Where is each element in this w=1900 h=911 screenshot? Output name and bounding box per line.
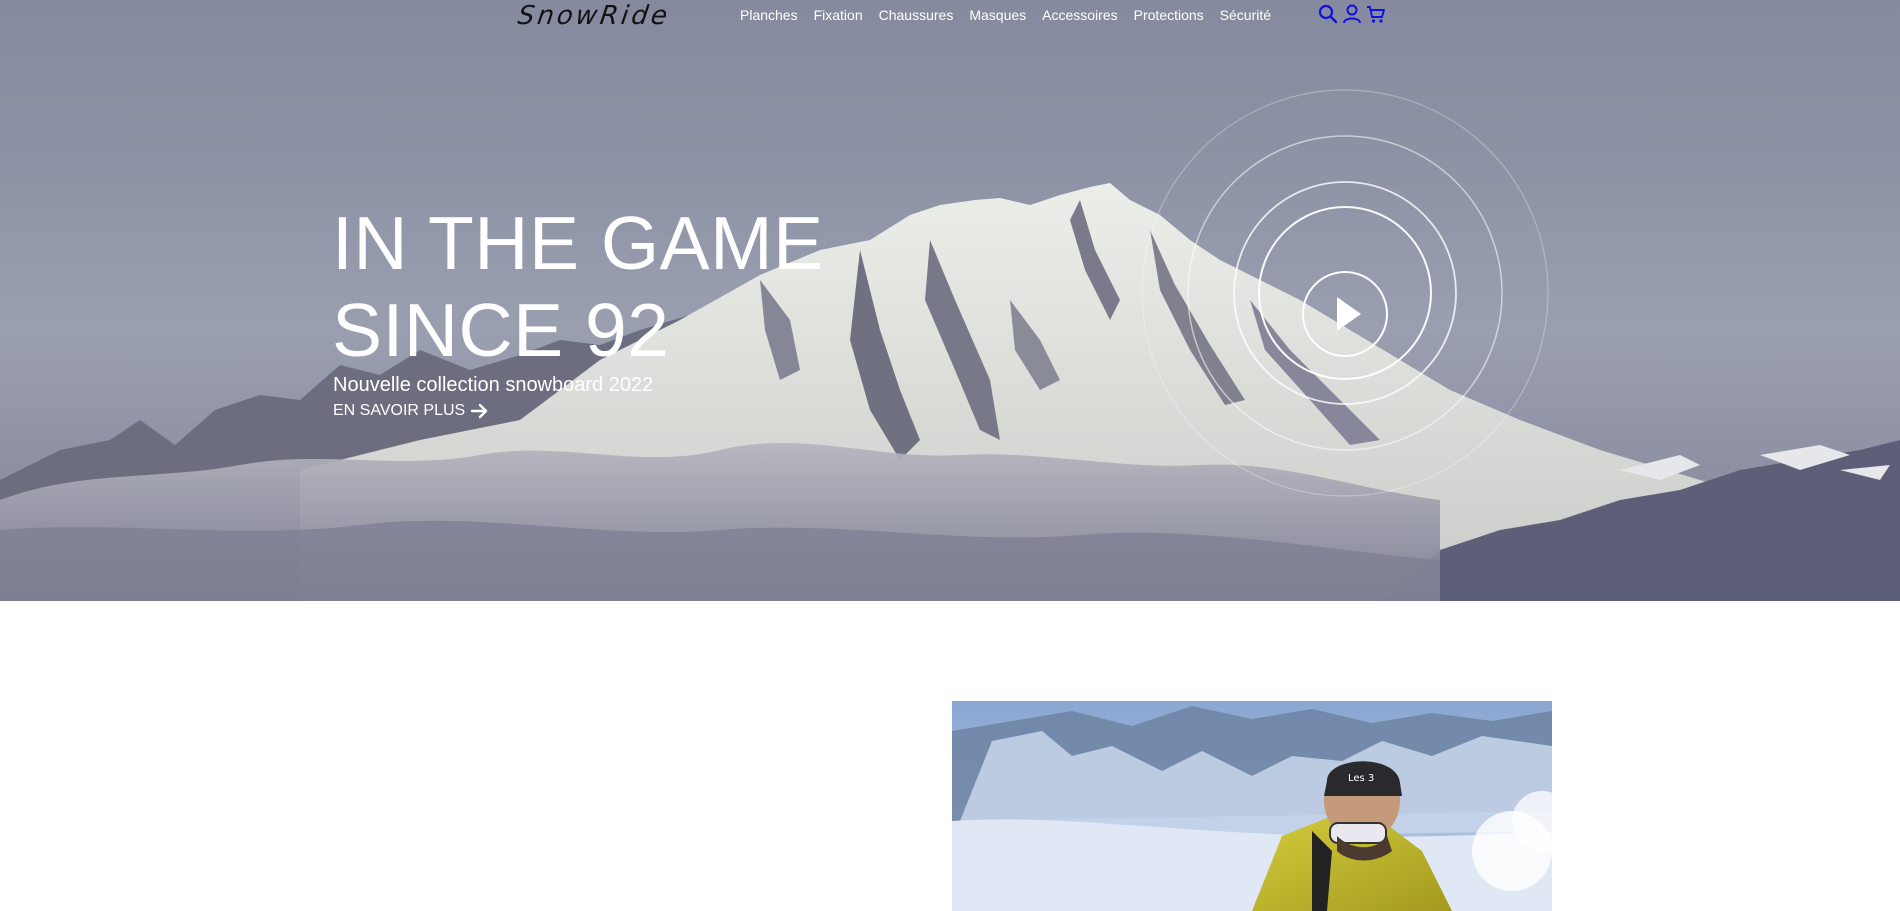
search-icon[interactable] (1318, 4, 1338, 24)
hero-title-line-2: SINCE 92 (332, 288, 670, 372)
svg-text:Les 3: Les 3 (1348, 773, 1374, 784)
cart-icon[interactable] (1366, 4, 1386, 24)
arrow-right-icon (471, 403, 488, 419)
play-video-button[interactable] (1302, 271, 1388, 357)
nav-item-accessoires[interactable]: Accessoires (1042, 7, 1117, 23)
user-icon[interactable] (1342, 4, 1362, 24)
hero-title: IN THE GAME SINCE 92 (332, 200, 824, 374)
nav-item-planches[interactable]: Planches (740, 7, 798, 23)
hero-mountain-image (0, 183, 1900, 601)
nav-item-securite[interactable]: Sécurité (1220, 7, 1271, 23)
hero-title-line-1: IN THE GAME (332, 201, 824, 285)
nav-item-chaussures[interactable]: Chaussures (879, 7, 954, 23)
learn-more-link[interactable]: EN SAVOIR PLUS (333, 401, 489, 421)
snowboarder-photo: Les 3 (952, 701, 1552, 911)
play-icon (1337, 297, 1361, 331)
brand-logo[interactable]: SnowRide (516, 1, 672, 31)
nav-item-protections[interactable]: Protections (1134, 7, 1204, 23)
nav-icons (1318, 4, 1386, 24)
main-menu: Planches Fixation Chaussures Masques Acc… (740, 7, 1271, 23)
top-navigation: SnowRide Planches Fixation Chaussures Ma… (0, 0, 1900, 32)
hero-banner: SnowRide Planches Fixation Chaussures Ma… (0, 0, 1900, 601)
nav-item-fixation[interactable]: Fixation (814, 7, 863, 23)
nav-item-masques[interactable]: Masques (969, 7, 1026, 23)
hero-subtitle: Nouvelle collection snowboard 2022 (333, 374, 654, 396)
learn-more-label: EN SAVOIR PLUS (333, 402, 466, 419)
